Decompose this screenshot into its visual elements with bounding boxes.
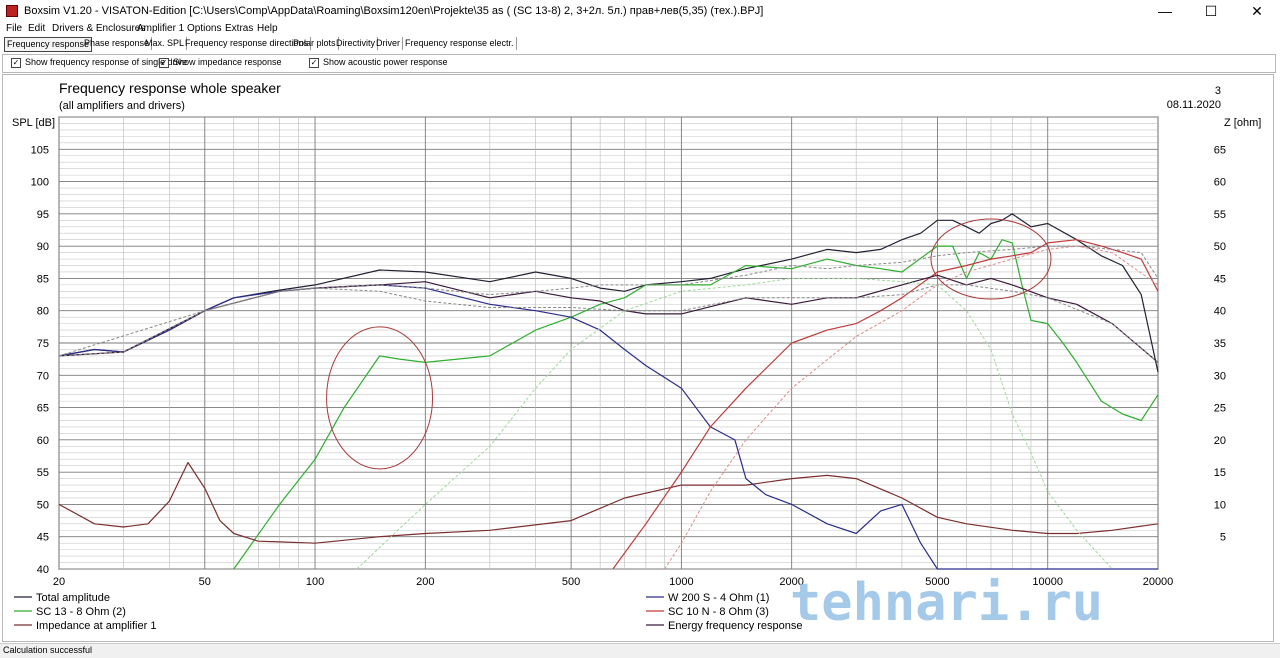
y2-tick-label: 45 — [1214, 273, 1226, 285]
y-tick-label: 75 — [37, 338, 49, 350]
x-tick-label: 500 — [562, 576, 580, 588]
y-tick-label: 65 — [37, 403, 49, 415]
y-tick-label: 70 — [37, 370, 49, 382]
chart-title: Frequency response whole speaker — [59, 80, 281, 96]
y2-tick-label: 25 — [1214, 403, 1226, 415]
chart-subtitle: (all amplifiers and drivers) — [59, 100, 185, 112]
y2-tick-label: 10 — [1214, 499, 1226, 511]
x-tick-label: 200 — [416, 576, 434, 588]
y-tick-label: 90 — [37, 241, 49, 253]
legend-label: SC 13 - 8 Ohm (2) — [36, 606, 126, 618]
x-tick-label: 20 — [53, 576, 65, 588]
legend-label: Energy frequency response — [668, 620, 803, 632]
y2-tick-label: 15 — [1214, 467, 1226, 479]
y-tick-label: 95 — [37, 209, 49, 221]
y-tick-label: 105 — [31, 144, 49, 156]
y2-axis-label: Z [ohm] — [1224, 117, 1261, 129]
status-bar: Calculation successful — [0, 643, 1280, 658]
chart-date: 08.11.2020 — [1167, 99, 1221, 111]
status-text: Calculation successful — [3, 645, 93, 655]
chart-grid — [58, 116, 1159, 570]
x-tick-label: 20000 — [1143, 576, 1174, 588]
chart-corner-number: 3 — [1215, 85, 1221, 97]
y2-tick-label: 60 — [1214, 177, 1226, 189]
y2-tick-label: 30 — [1214, 370, 1226, 382]
y-tick-label: 80 — [37, 306, 49, 318]
y2-tick-label: 20 — [1214, 435, 1226, 447]
y2-tick-label: 50 — [1214, 241, 1226, 253]
x-tick-label: 1000 — [669, 576, 693, 588]
watermark-text: tehnari.ru — [790, 573, 1103, 633]
legend-label: Impedance at amplifier 1 — [36, 620, 156, 632]
y2-tick-label: 65 — [1214, 144, 1226, 156]
y-tick-label: 60 — [37, 435, 49, 447]
y-axis-label: SPL [dB] — [12, 117, 55, 129]
legend-label: Total amplitude — [36, 592, 110, 604]
y2-tick-label: 55 — [1214, 209, 1226, 221]
x-tick-label: 50 — [199, 576, 211, 588]
y-tick-label: 100 — [31, 177, 49, 189]
y-tick-label: 40 — [37, 564, 49, 576]
y2-tick-label: 5 — [1220, 532, 1226, 544]
y2-tick-label: 40 — [1214, 306, 1226, 318]
y2-tick-label: 35 — [1214, 338, 1226, 350]
x-tick-label: 100 — [306, 576, 324, 588]
legend-label: W 200 S - 4 Ohm (1) — [668, 592, 769, 604]
y-tick-label: 45 — [37, 532, 49, 544]
y-tick-label: 85 — [37, 273, 49, 285]
chart-legend: Total amplitude SC 13 - 8 Ohm (2) Impedanc… — [14, 592, 803, 632]
y-tick-label: 50 — [37, 499, 49, 511]
y-tick-label: 55 — [37, 467, 49, 479]
frequency-response-chart: Frequency response whole speaker (all am… — [12, 80, 1261, 633]
legend-label: SC 10 N - 8 Ohm (3) — [668, 606, 769, 618]
